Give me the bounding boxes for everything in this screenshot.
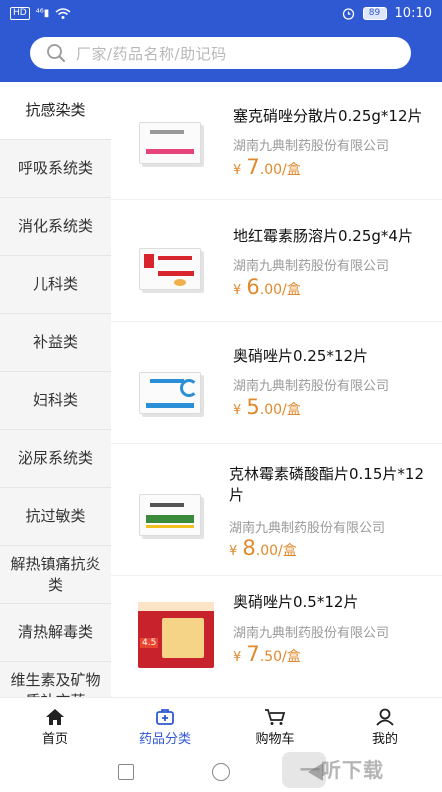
image-badge: 4.5 [140,638,159,648]
product-name: 奥硝唑片0.25*12片 [233,347,368,365]
tab-label: 药品分类 [138,732,191,747]
status-bar: HD ⁴⁶▮ 89 10:10 [0,0,442,30]
sidebar-item-label: 呼吸系统类 [17,159,93,177]
alarm-icon [342,8,354,20]
product-item[interactable]: 奥硝唑片0.25*12片 湖南九典制药股份有限公司 ¥ 5.00/盒 [111,322,442,444]
network-badge: HD [10,7,30,20]
sidebar-item-label: 清热解毒类 [17,623,93,641]
sidebar-item-anti-allergy[interactable]: 抗过敏类 [0,488,111,546]
search-placeholder: 厂家/药品名称/助记码 [76,44,227,63]
product-image [139,114,207,170]
product-item[interactable]: 克林霉素磷酸酯片0.15片*12片 湖南九典制药股份有限公司 ¥ 8.00/盒 [111,444,442,576]
sidebar-item-label: 妇科类 [32,391,78,409]
tab-label: 首页 [41,732,68,747]
recent-apps-button[interactable] [118,764,134,780]
user-icon [376,708,394,726]
tab-label: 我的 [371,732,398,747]
cart-icon [265,709,286,725]
product-name: 塞克硝唑分散片0.25g*12片 [233,107,423,125]
product-maker: 湖南九典制药股份有限公司 [229,521,386,536]
product-image [139,364,207,420]
sidebar-item-anti-infective[interactable]: 抗感染类 [0,82,111,140]
product-image [139,240,207,296]
sidebar-item-label: 消化系统类 [17,217,93,235]
sidebar-item-detox[interactable]: 清热解毒类 [0,604,111,662]
sidebar-item-label: 抗过敏类 [25,507,86,525]
signal-icon: ⁴⁶▮ [35,8,50,19]
sidebar-item-label: 解热镇痛抗炎类 [10,554,101,594]
product-name: 奥硝唑片0.5*12片 [233,593,359,611]
sidebar-item-label: 抗感染类 [25,101,86,119]
wifi-icon [55,7,71,19]
product-item[interactable]: 4.5 奥硝唑片0.5*12片 湖南九典制药股份有限公司 ¥ 7.50/盒 [111,576,442,697]
sidebar-item-respiratory[interactable]: 呼吸系统类 [0,140,111,198]
sidebar-item-label: 补益类 [32,333,78,351]
product-maker: 湖南九典制药股份有限公司 [233,259,390,274]
product-name: 地红霉素肠溶片0.25g*4片 [233,227,413,245]
sidebar-item-urinary[interactable]: 泌尿系统类 [0,430,111,488]
product-name: 克林霉素磷酸酯片0.15片*12片 [229,465,424,504]
medicine-box-icon [156,709,174,725]
sidebar-item-vitamins[interactable]: 维生素及矿物质补充药 [0,662,111,698]
sidebar-item-digestive[interactable]: 消化系统类 [0,198,111,256]
search-input[interactable]: 厂家/药品名称/助记码 [30,37,411,69]
product-maker: 湖南九典制药股份有限公司 [233,626,390,641]
product-list: 塞克硝唑分散片0.25g*12片 湖南九典制药股份有限公司 ¥ 7.00/盒 地… [111,82,442,697]
sidebar-item-gynecology[interactable]: 妇科类 [0,372,111,430]
product-price: ¥ 5.00/盒 [233,395,301,419]
tab-home[interactable]: 首页 [0,698,110,753]
home-button[interactable] [212,763,230,781]
product-price: ¥ 7.50/盒 [233,642,301,666]
category-sidebar: 抗感染类 呼吸系统类 消化系统类 儿科类 补益类 妇科类 泌尿系统类 抗过敏类 … [0,82,111,697]
sidebar-item-antipyretic[interactable]: 解热镇痛抗炎类 [0,546,111,604]
product-price: ¥ 6.00/盒 [233,275,301,299]
tab-medicine-category[interactable]: 药品分类 [110,698,220,753]
product-maker: 湖南九典制药股份有限公司 [233,379,390,394]
bottom-tab-bar: 首页 药品分类 购物车 我的 [0,697,442,752]
product-price: ¥ 7.00/盒 [233,155,301,179]
tab-label: 购物车 [255,732,295,747]
clock: 10:10 [394,6,432,21]
tab-mine[interactable]: 我的 [330,698,440,753]
home-icon [46,709,64,725]
product-item[interactable]: 地红霉素肠溶片0.25g*4片 湖南九典制药股份有限公司 ¥ 6.00/盒 [111,200,442,322]
sidebar-item-label: 泌尿系统类 [17,449,93,467]
product-maker: 湖南九典制药股份有限公司 [233,139,390,154]
product-image [139,486,207,542]
product-price: ¥ 8.00/盒 [229,536,297,560]
tab-cart[interactable]: 购物车 [220,698,330,753]
product-image: 4.5 [138,602,214,668]
search-icon [47,44,65,62]
sidebar-item-label: 维生素及矿物质补充药 [10,670,101,698]
sidebar-item-tonic[interactable]: 补益类 [0,314,111,372]
watermark-text: 一听下载 [300,758,384,782]
sidebar-item-pediatrics[interactable]: 儿科类 [0,256,111,314]
product-item[interactable]: 塞克硝唑分散片0.25g*12片 湖南九典制药股份有限公司 ¥ 7.00/盒 [111,82,442,200]
battery-indicator: 89 [362,7,387,20]
app-header: HD ⁴⁶▮ 89 10:10 厂家/药品名称/助记码 [0,0,442,82]
sidebar-item-label: 儿科类 [32,275,78,293]
